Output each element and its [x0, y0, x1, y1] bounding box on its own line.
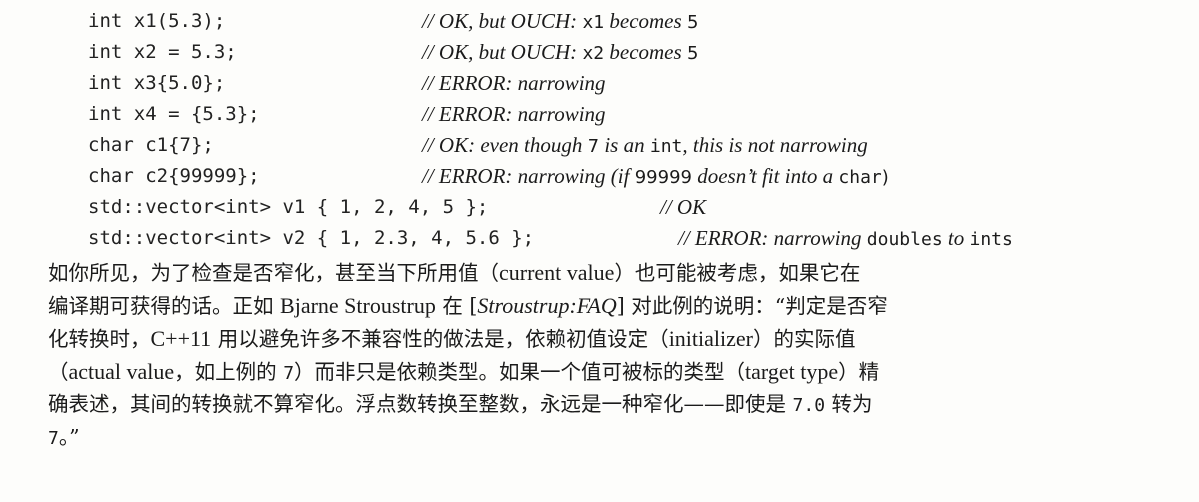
code-line: int x2 = 5.3; // OK, but OUCH: x2 become…: [88, 37, 1188, 68]
paragraph-line: 如你所见，为了检查是否窄化，甚至当下所用值（current value）也可能被…: [48, 260, 861, 285]
paragraph-line: 化转换时，C++11 用以避免许多不兼容性的做法是，依赖初值设定（initial…: [48, 326, 856, 351]
code-text: int x2 = 5.3;: [88, 41, 237, 63]
code-text: char c1{7};: [88, 134, 214, 156]
body-paragraph: 如你所见，为了检查是否窄化，甚至当下所用值（current value）也可能被…: [48, 256, 1148, 454]
code-comment: // ERROR: narrowing: [422, 71, 606, 95]
code-comment: // OK: [660, 195, 707, 219]
code-line: char c1{7}; // OK: even though 7 is an i…: [88, 130, 1188, 161]
paragraph-line: 确表述，其间的转换就不算窄化。浮点数转换至整数，永远是一种窄化——即使是 7.0…: [48, 392, 873, 416]
paragraph-line: 7。”: [48, 425, 80, 449]
code-text: int x3{5.0};: [88, 72, 226, 94]
code-line: std::vector<int> v1 { 1, 2, 4, 5 }; // O…: [88, 192, 1188, 223]
code-text: std::vector<int> v2 { 1, 2.3, 4, 5.6 };: [88, 227, 535, 249]
paragraph-line: （actual value，如上例的 7）而非只是依赖类型。如果一个值可被标的类…: [48, 359, 880, 384]
code-comment: // OK, but OUCH: x2 becomes 5: [422, 40, 699, 64]
code-comment: // ERROR: narrowing: [422, 102, 606, 126]
code-comment: // ERROR: narrowing (if 99999 doesn’t fi…: [422, 164, 889, 188]
code-line: std::vector<int> v2 { 1, 2.3, 4, 5.6 }; …: [88, 223, 1188, 254]
code-example: int x1(5.3); // OK, but OUCH: x1 becomes…: [88, 6, 1188, 254]
code-text: int x4 = {5.3};: [88, 103, 260, 125]
paragraph-line: 编译期可获得的话。正如 Bjarne Stroustrup 在 [Stroust…: [48, 293, 888, 318]
code-text: int x1(5.3);: [88, 10, 226, 32]
code-comment: // OK, but OUCH: x1 becomes 5: [422, 9, 699, 33]
code-text: char c2{99999};: [88, 165, 260, 187]
code-line: char c2{99999}; // ERROR: narrowing (if …: [88, 161, 1188, 192]
code-comment: // OK: even though 7 is an int, this is …: [422, 133, 868, 157]
book-page: int x1(5.3); // OK, but OUCH: x1 becomes…: [0, 0, 1199, 502]
code-line: int x4 = {5.3}; // ERROR: narrowing: [88, 99, 1188, 130]
code-line: int x3{5.0}; // ERROR: narrowing: [88, 68, 1188, 99]
code-text: std::vector<int> v1 { 1, 2, 4, 5 };: [88, 196, 489, 218]
code-comment: // ERROR: narrowing doubles to ints: [678, 226, 1013, 250]
code-line: int x1(5.3); // OK, but OUCH: x1 becomes…: [88, 6, 1188, 37]
